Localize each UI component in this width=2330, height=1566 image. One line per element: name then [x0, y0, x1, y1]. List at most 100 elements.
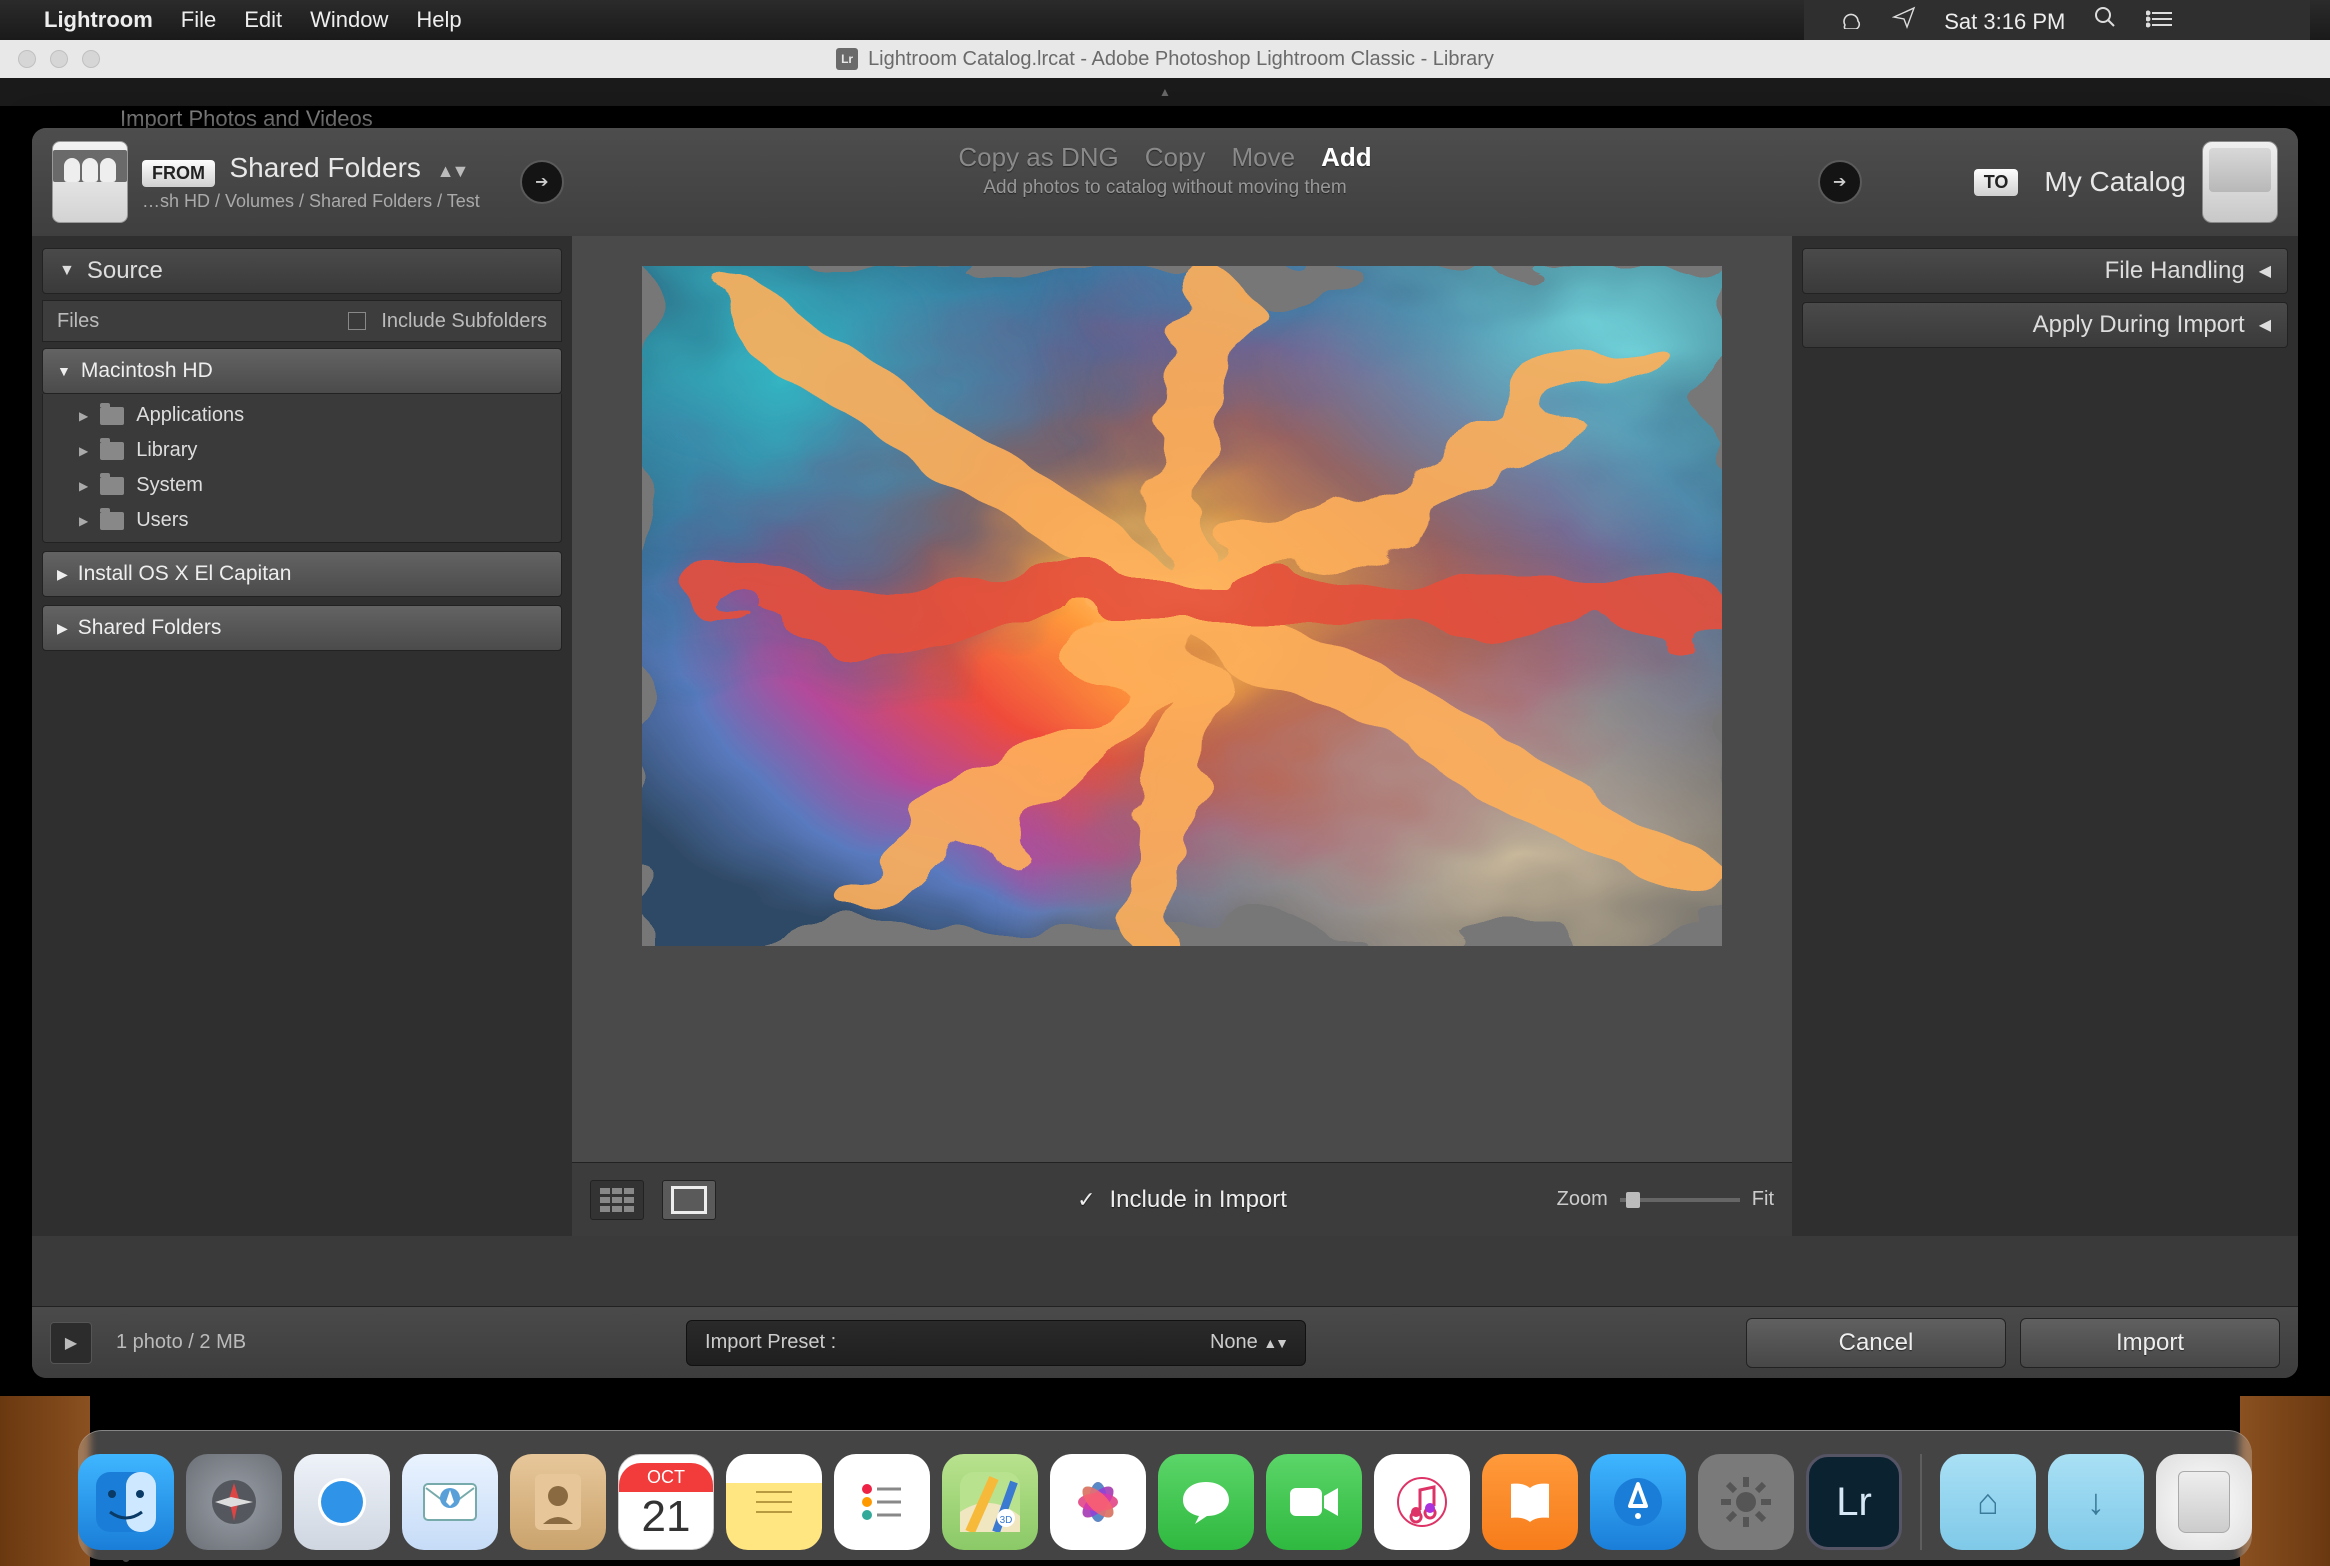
- dock-settings-icon[interactable]: [1698, 1454, 1794, 1550]
- import-dialog: FROM Shared Folders ▲▼ …sh HD / Volumes …: [32, 128, 2298, 1378]
- dock-trash-icon[interactable]: [2156, 1454, 2252, 1550]
- dropdown-arrows-icon: ▲▼: [1263, 1335, 1287, 1351]
- disclosure-left-icon: ◀: [2259, 261, 2271, 281]
- dock-calendar-icon[interactable]: OCT21: [618, 1454, 714, 1550]
- destination-title[interactable]: My Catalog: [2044, 166, 2186, 198]
- drive-label: Install OS X El Capitan: [78, 562, 292, 586]
- source-path: …sh HD / Volumes / Shared Folders / Test: [142, 191, 480, 212]
- dock-safari-icon[interactable]: [294, 1454, 390, 1550]
- dock-reminders-icon[interactable]: [834, 1454, 930, 1550]
- dock-itunes-icon[interactable]: [1374, 1454, 1470, 1550]
- photo-count: 1 photo / 2 MB: [116, 1331, 246, 1354]
- zoom-label: Zoom: [1557, 1188, 1608, 1211]
- traffic-lights[interactable]: [18, 50, 100, 68]
- preview-thumbnail[interactable]: [642, 266, 1722, 946]
- include-subfolders-checkbox[interactable]: [348, 312, 366, 330]
- dock-facetime-icon[interactable]: [1266, 1454, 1362, 1550]
- source-drive-icon[interactable]: [52, 141, 128, 223]
- folder-label: System: [136, 474, 203, 497]
- import-button[interactable]: Import: [2020, 1318, 2280, 1368]
- source-panel-header[interactable]: ▼ Source: [42, 248, 562, 294]
- dock-separator: [1920, 1454, 1922, 1550]
- mode-add[interactable]: Add: [1321, 142, 1372, 173]
- import-preset-dropdown[interactable]: Import Preset : None ▲▼: [686, 1320, 1306, 1366]
- source-tree: ▼ Macintosh HD ▶Applications ▶Library ▶S…: [42, 348, 562, 651]
- import-mode-tabs: Copy as DNG Copy Move Add Add photos to …: [958, 142, 1371, 199]
- svg-text:3D: 3D: [1000, 1515, 1013, 1526]
- calendar-month: OCT: [619, 1463, 713, 1492]
- dock-messages-icon[interactable]: [1158, 1454, 1254, 1550]
- collapse-arrow-top[interactable]: ▲: [0, 78, 2330, 106]
- file-handling-panel[interactable]: File Handling ◀: [1802, 248, 2288, 294]
- include-in-import-toggle[interactable]: ✓ Include in Import: [1077, 1186, 1287, 1214]
- fit-label[interactable]: Fit: [1752, 1188, 1774, 1211]
- panel-title: File Handling: [2105, 257, 2245, 285]
- destination-disk-icon[interactable]: [2202, 141, 2278, 223]
- folder-applications[interactable]: ▶Applications: [43, 398, 561, 433]
- source-title[interactable]: Shared Folders ▲▼: [229, 152, 466, 183]
- menu-file[interactable]: File: [181, 7, 216, 33]
- dock-appstore-icon[interactable]: [1590, 1454, 1686, 1550]
- cancel-button[interactable]: Cancel: [1746, 1318, 2006, 1368]
- dock-photos-icon[interactable]: [1050, 1454, 1146, 1550]
- dock-applications-folder-icon[interactable]: [1940, 1454, 2036, 1550]
- zoom-slider[interactable]: [1620, 1198, 1740, 1202]
- to-badge: TO: [1974, 169, 2019, 196]
- mode-move[interactable]: Move: [1231, 142, 1295, 173]
- apply-during-import-panel[interactable]: Apply During Import ◀: [1802, 302, 2288, 348]
- drive-install-osx[interactable]: ▶ Install OS X El Capitan: [42, 551, 562, 597]
- mac-menubar: Lightroom File Edit Window Help Sat 3:16…: [0, 0, 2330, 40]
- folder-label: Applications: [136, 404, 244, 427]
- creative-cloud-icon[interactable]: [1836, 9, 1864, 29]
- dock-notes-icon[interactable]: [726, 1454, 822, 1550]
- window-titlebar: Lr Lightroom Catalog.lrcat - Adobe Photo…: [0, 40, 2330, 78]
- arrow-right-from-icon[interactable]: ➔: [520, 160, 564, 204]
- folder-icon: [100, 442, 124, 460]
- dock-contacts-icon[interactable]: [510, 1454, 606, 1550]
- folder-label: Users: [136, 509, 188, 532]
- single-view-button[interactable]: [662, 1180, 716, 1220]
- dock: OCT21 3D Lr: [0, 1410, 2330, 1566]
- menu-help[interactable]: Help: [416, 7, 461, 33]
- mode-copy-dng[interactable]: Copy as DNG: [958, 142, 1118, 173]
- drive-label: Macintosh HD: [81, 359, 213, 383]
- dock-launchpad-icon[interactable]: [186, 1454, 282, 1550]
- menubar-clock[interactable]: Sat 3:16 PM: [1944, 9, 2065, 35]
- app-name[interactable]: Lightroom: [44, 7, 153, 33]
- drive-shared-folders[interactable]: ▶ Shared Folders: [42, 605, 562, 651]
- drive-macintosh-hd[interactable]: ▼ Macintosh HD: [42, 348, 562, 394]
- include-subfolders-label: Include Subfolders: [381, 310, 547, 332]
- grid-view-button[interactable]: [590, 1180, 644, 1220]
- arrow-right-to-icon[interactable]: ➔: [1818, 160, 1862, 204]
- dock-maps-icon[interactable]: 3D: [942, 1454, 1038, 1550]
- source-title-text: Shared Folders: [229, 152, 420, 183]
- preview-toolbar: ✓ Include in Import Zoom Fit: [572, 1162, 1792, 1236]
- folder-users[interactable]: ▶Users: [43, 503, 561, 538]
- folder-system[interactable]: ▶System: [43, 468, 561, 503]
- folder-icon: [100, 512, 124, 530]
- preset-value: None: [1210, 1331, 1258, 1353]
- disclosure-right-icon: ▶: [57, 566, 68, 583]
- mode-subtitle: Add photos to catalog without moving the…: [958, 177, 1371, 199]
- lightroom-doc-icon: Lr: [836, 48, 858, 70]
- dock-downloads-folder-icon[interactable]: [2048, 1454, 2144, 1550]
- spotlight-icon[interactable]: [2093, 5, 2117, 29]
- menu-edit[interactable]: Edit: [244, 7, 282, 33]
- source-dropdown-icon[interactable]: ▲▼: [437, 161, 467, 181]
- dock-finder-icon[interactable]: [78, 1454, 174, 1550]
- include-label: Include in Import: [1110, 1186, 1287, 1214]
- folder-label: Library: [136, 439, 197, 462]
- checkmark-icon: ✓: [1077, 1187, 1095, 1213]
- dock-ibooks-icon[interactable]: [1482, 1454, 1578, 1550]
- minimize-panel-button[interactable]: ▶: [50, 1322, 92, 1364]
- left-panel: ▼ Source Files Include Subfolders ▼ Maci…: [32, 236, 572, 1236]
- menu-window[interactable]: Window: [310, 7, 388, 33]
- files-row: Files Include Subfolders: [42, 300, 562, 342]
- menu-list-icon[interactable]: [2146, 9, 2174, 29]
- folder-library[interactable]: ▶Library: [43, 433, 561, 468]
- dock-mail-icon[interactable]: [402, 1454, 498, 1550]
- mode-copy[interactable]: Copy: [1145, 142, 1206, 173]
- dock-lightroom-icon[interactable]: Lr: [1806, 1454, 1902, 1550]
- disclosure-left-icon: ◀: [2259, 315, 2271, 335]
- paper-plane-icon[interactable]: [1892, 5, 1916, 29]
